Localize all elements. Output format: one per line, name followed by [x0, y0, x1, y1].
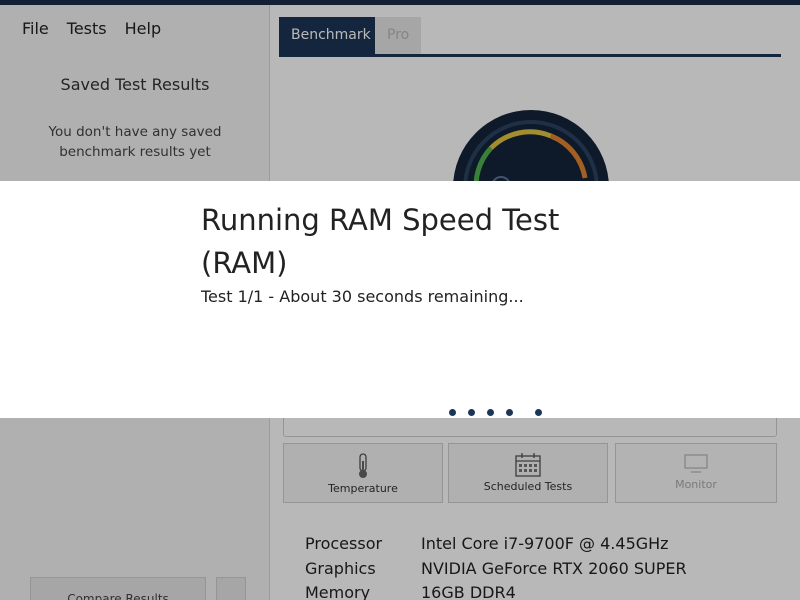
loading-dot	[487, 409, 494, 416]
loading-dot	[535, 409, 542, 416]
dialog-title-line2: (RAM)	[201, 246, 288, 280]
dialog-status: Test 1/1 - About 30 seconds remaining...	[201, 287, 524, 306]
dialog-title: Running RAM Speed Test (RAM)	[201, 199, 601, 285]
loading-dot	[506, 409, 513, 416]
loading-indicator	[449, 409, 549, 421]
dialog-title-line1: Running RAM Speed Test	[201, 203, 560, 237]
loading-dot	[468, 409, 475, 416]
loading-dot	[449, 409, 456, 416]
running-test-dialog: Running RAM Speed Test (RAM) Test 1/1 - …	[0, 181, 800, 418]
